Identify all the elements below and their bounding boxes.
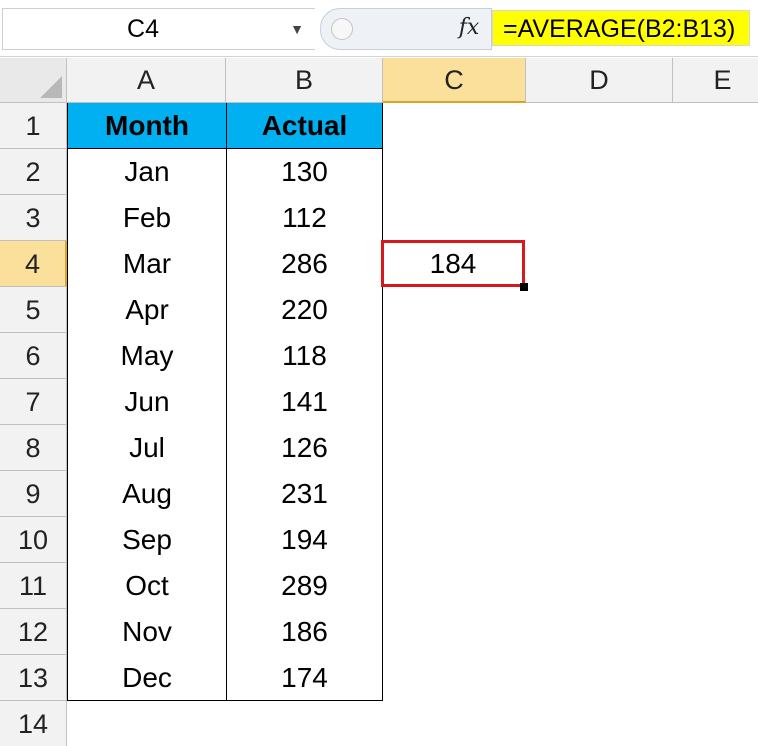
row-header-13[interactable]: 13 <box>0 655 67 701</box>
cell-actual[interactable]: 118 <box>226 333 383 379</box>
row-header-10[interactable]: 10 <box>0 517 67 563</box>
insert-function-icon[interactable]: fx <box>452 8 486 48</box>
selected-cell-c4[interactable]: 184 <box>381 240 525 287</box>
cell-actual[interactable]: 231 <box>226 471 383 517</box>
cell-month[interactable]: Jul <box>67 425 226 471</box>
column-header-b[interactable]: B <box>226 58 383 103</box>
table-header-actual[interactable]: Actual <box>226 103 383 149</box>
name-box-value[interactable]: C4 <box>3 9 283 49</box>
row-header-12[interactable]: 12 <box>0 609 67 655</box>
cell-month[interactable]: Mar <box>67 241 226 287</box>
row-header-11[interactable]: 11 <box>0 563 67 609</box>
cell-month[interactable]: Dec <box>67 655 226 701</box>
column-header-a[interactable]: A <box>67 58 226 103</box>
cell-actual[interactable]: 220 <box>226 287 383 333</box>
cell-actual[interactable]: 289 <box>226 563 383 609</box>
fx-label[interactable]: fx <box>459 15 480 40</box>
row-header-7[interactable]: 7 <box>0 379 67 425</box>
row-header-4[interactable]: 4 <box>0 241 67 287</box>
row-header-3[interactable]: 3 <box>0 195 67 241</box>
row-header-5[interactable]: 5 <box>0 287 67 333</box>
cell-actual[interactable]: 174 <box>226 655 383 701</box>
row-header-1[interactable]: 1 <box>0 103 67 149</box>
cell-month[interactable]: Feb <box>67 195 226 241</box>
row-header-14[interactable]: 14 <box>0 701 67 746</box>
row-header-8[interactable]: 8 <box>0 425 67 471</box>
cell-month[interactable]: Aug <box>67 471 226 517</box>
cell-month[interactable]: Jan <box>67 149 226 195</box>
cell-actual[interactable]: 112 <box>226 195 383 241</box>
fill-handle[interactable] <box>520 283 528 291</box>
cell-actual[interactable]: 286 <box>226 241 383 287</box>
column-header-c[interactable]: C <box>383 58 526 103</box>
cell-month[interactable]: May <box>67 333 226 379</box>
cell-actual[interactable]: 130 <box>226 149 383 195</box>
row-header-6[interactable]: 6 <box>0 333 67 379</box>
select-all-button[interactable] <box>0 58 67 103</box>
column-header-e[interactable]: E <box>673 58 758 103</box>
cell-month[interactable]: Apr <box>67 287 226 333</box>
column-header-d[interactable]: D <box>526 58 673 103</box>
cell-month[interactable]: Nov <box>67 609 226 655</box>
chevron-down-icon[interactable]: ▼ <box>285 9 309 49</box>
name-box[interactable]: C4 ▼ <box>2 8 315 50</box>
cell-c4-value: 184 <box>429 248 477 279</box>
table-header-month[interactable]: Month <box>67 103 226 149</box>
cell-actual[interactable]: 126 <box>226 425 383 471</box>
spreadsheet-window: C4 ▼ fx =AVERAGE(B2:B13) ABCDE 123456789… <box>0 0 758 746</box>
formula-bar: C4 ▼ fx =AVERAGE(B2:B13) <box>0 0 758 57</box>
cell-month[interactable]: Jun <box>67 379 226 425</box>
row-header-2[interactable]: 2 <box>0 149 67 195</box>
cell-month[interactable]: Oct <box>67 563 226 609</box>
cell-actual[interactable]: 141 <box>226 379 383 425</box>
row-header-9[interactable]: 9 <box>0 471 67 517</box>
cell-actual[interactable]: 194 <box>226 517 383 563</box>
formula-input[interactable]: =AVERAGE(B2:B13) <box>492 10 750 46</box>
resize-handle-icon[interactable] <box>331 18 353 40</box>
select-all-icon <box>40 76 62 98</box>
worksheet-grid: ABCDE 1 2 3 4 5 6 7 8 9 10 11 12 13 14 Month Actual Jan… <box>0 58 758 746</box>
cell-month[interactable]: Sep <box>67 517 226 563</box>
cell-actual[interactable]: 186 <box>226 609 383 655</box>
